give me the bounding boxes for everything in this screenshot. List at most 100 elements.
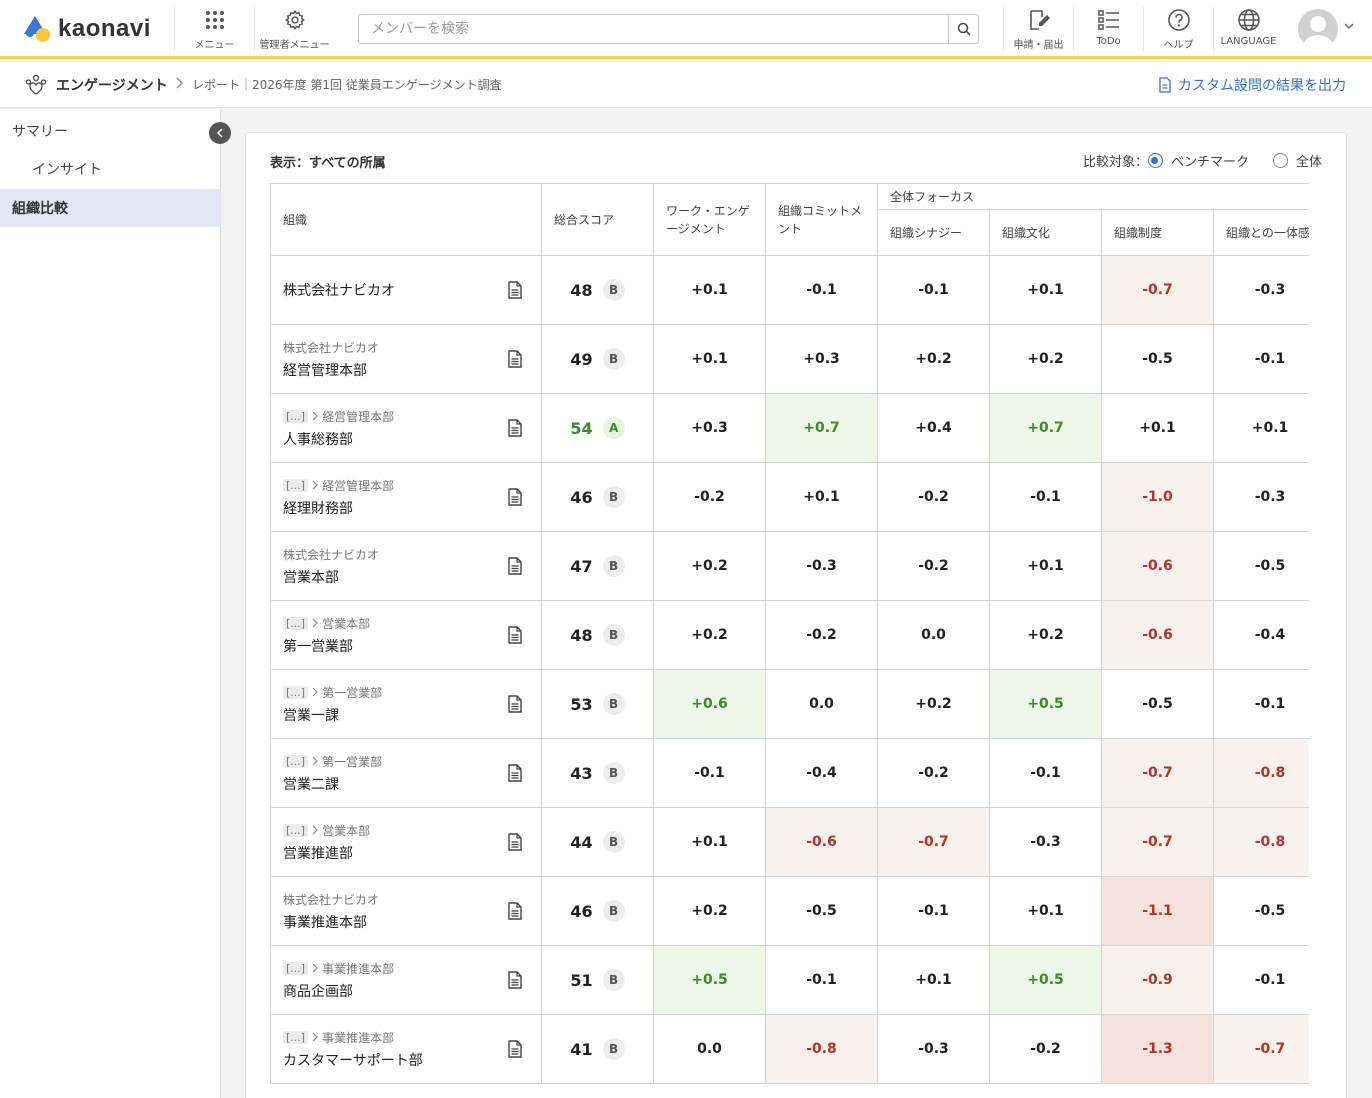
breadcrumb-engagement[interactable]: エンゲージメント [56, 75, 168, 95]
path-ellipsis[interactable]: [...] [283, 685, 309, 699]
document-icon[interactable] [507, 557, 523, 579]
org-name[interactable]: 商品企画部 [283, 981, 541, 1001]
org-name[interactable]: 営業一課 [283, 705, 541, 725]
header-org-system[interactable]: 組織制度 [1101, 209, 1214, 256]
document-icon[interactable] [507, 833, 523, 855]
score-diff-cell: -0.6 [1101, 531, 1214, 601]
score-diff-cell: +0.2 [877, 324, 990, 394]
header-org-culture[interactable]: 組織文化 [989, 209, 1102, 256]
path-ellipsis[interactable]: [...] [283, 823, 309, 837]
chevron-down-icon[interactable] [1343, 22, 1355, 30]
help-button[interactable]: ヘルプ [1143, 7, 1213, 51]
org-cell: 株式会社ナビカオ 経営管理本部 [270, 324, 542, 394]
table-row[interactable]: [...] 第一営業部 営業一課 53 B +0.6 0.0 +0.2 +0.5 -0.5 -0.1 [270, 669, 1309, 739]
table-row[interactable]: 株式会社ナビカオ 事業推進本部 46 B +0.2 -0.5 -0.1 +0.1 -1.1 -0.… [270, 876, 1309, 946]
header-org-synergy[interactable]: 組織シナジー [877, 209, 990, 256]
sidebar-collapse-button[interactable] [209, 122, 231, 144]
document-icon[interactable] [507, 902, 523, 924]
org-name[interactable]: 人事総務部 [283, 429, 541, 449]
document-icon[interactable] [507, 488, 523, 510]
search-button[interactable] [948, 15, 978, 43]
org-name[interactable]: 経営管理本部 [283, 360, 541, 380]
menu-button[interactable]: メニュー [174, 7, 254, 51]
radio-overall[interactable] [1272, 153, 1288, 168]
header-org-commitment[interactable]: 組織コミットメント [765, 183, 878, 256]
org-name[interactable]: 事業推進本部 [283, 912, 541, 932]
org-name[interactable]: 株式会社ナビカオ [283, 280, 541, 300]
score-diff-cell: -0.1 [1212, 669, 1309, 739]
document-icon[interactable] [507, 695, 523, 717]
request-button[interactable]: 申請・届出 [1003, 7, 1073, 51]
avatar[interactable] [1298, 9, 1338, 49]
table-row[interactable]: 株式会社ナビカオ 経営管理本部 49 B +0.1 +0.3 +0.2 +0.2 -0.5 -0.… [270, 324, 1309, 394]
total-score-value: 46 [570, 487, 593, 507]
table-row[interactable]: [...] 営業本部 第一営業部 48 B +0.2 -0.2 0.0 +0.2 -0.6 -0.4 [270, 600, 1309, 670]
path-ellipsis[interactable]: [...] [283, 478, 309, 492]
score-diff-cell: -0.1 [989, 738, 1102, 808]
document-icon[interactable] [507, 1040, 523, 1062]
grade-badge: B [602, 624, 625, 646]
org-name[interactable]: カスタマーサポート部 [283, 1050, 541, 1070]
chevron-right-icon [312, 963, 318, 973]
org-name[interactable]: 営業二課 [283, 774, 541, 794]
header-org-unity[interactable]: 組織との一体感 [1212, 209, 1309, 256]
org-parent-path: [...] 経営管理本部 [283, 408, 541, 425]
org-name[interactable]: 経理財務部 [283, 498, 541, 518]
sidebar-item-org-comparison[interactable]: 組織比較 [0, 189, 220, 227]
table-row[interactable]: 株式会社ナビカオ 営業本部 47 B +0.2 -0.3 -0.2 +0.1 -0.6 -0.5 [270, 531, 1309, 601]
score-diff-cell: +0.2 [653, 531, 766, 601]
org-name[interactable]: 営業本部 [283, 567, 541, 587]
document-icon[interactable] [507, 764, 523, 786]
total-score-value: 41 [570, 1039, 593, 1059]
comparison-table-container[interactable]: 組織 総合スコア ワーク・エンゲージメント 組織コミットメント 全体フォーカス … [270, 183, 1309, 1098]
total-score-cell: 48 B [541, 600, 654, 670]
document-icon[interactable] [507, 419, 523, 441]
todo-button[interactable]: ToDo [1073, 7, 1143, 51]
header-total-score[interactable]: 総合スコア [541, 183, 654, 256]
export-custom-results-link[interactable]: カスタム設問の結果を出力 [1158, 75, 1346, 95]
total-score-cell: 53 B [541, 669, 654, 739]
globe-icon [1237, 7, 1261, 33]
sidebar-item-summary[interactable]: サマリー [0, 112, 220, 150]
radio-benchmark-label[interactable]: ベンチマーク [1171, 151, 1249, 170]
radio-benchmark[interactable] [1147, 153, 1163, 168]
path-ellipsis[interactable]: [...] [283, 961, 309, 975]
radio-overall-label[interactable]: 全体 [1296, 151, 1322, 170]
score-diff-cell: -0.2 [877, 462, 990, 532]
kaonavi-logo[interactable]: kaonavi [22, 14, 151, 44]
org-cell: [...] 第一営業部 営業一課 [270, 669, 542, 739]
document-icon[interactable] [507, 971, 523, 993]
chevron-right-icon [176, 77, 183, 89]
table-row[interactable]: [...] 営業本部 営業推進部 44 B +0.1 -0.6 -0.7 -0.3 -0.7 -0.… [270, 807, 1309, 877]
path-ellipsis[interactable]: [...] [283, 616, 309, 630]
org-name[interactable]: 営業推進部 [283, 843, 541, 863]
document-icon[interactable] [507, 626, 523, 648]
table-row[interactable]: [...] 第一営業部 営業二課 43 B -0.1 -0.4 -0.2 -0.1 -0.7 -0.… [270, 738, 1309, 808]
table-row[interactable]: [...] 事業推進本部 カスタマーサポート部 41 B 0.0 -0.8 -0.3 -0.2-… [270, 1014, 1309, 1084]
grade-badge: B [602, 486, 625, 508]
admin-menu-button[interactable]: 管理者メニュー [254, 7, 334, 51]
score-diff-cell: +0.1 [765, 462, 878, 532]
comparison-table-body: 株式会社ナビカオ 48 B +0.1 -0.1 -0.1 +0.1 -0.7 -0.3 株式会社ナ… [270, 255, 1309, 1084]
score-diff-cell: -0.6 [1101, 600, 1214, 670]
header-overall-focus: 全体フォーカス [876, 183, 1309, 210]
sidebar-item-insight[interactable]: インサイト [0, 150, 220, 188]
path-ellipsis[interactable]: [...] [283, 754, 309, 768]
table-row[interactable]: [...] 経営管理本部 人事総務部 54 A +0.3 +0.7 +0.4 +0.7 +0.1 +… [270, 393, 1309, 463]
table-row[interactable]: [...] 事業推進本部 商品企画部 51 B +0.5 -0.1 +0.1 +0.5 -0.9-… [270, 945, 1309, 1015]
header-work-engagement[interactable]: ワーク・エンゲージメント [653, 183, 766, 256]
total-score-value: 48 [570, 625, 593, 645]
org-parent-name: 株式会社ナビカオ [283, 547, 380, 562]
score-diff-cell: -0.5 [1212, 876, 1309, 946]
document-icon[interactable] [507, 350, 523, 372]
org-parent-path: [...] 事業推進本部 [283, 960, 541, 977]
language-button[interactable]: LANGUAGE [1213, 7, 1283, 51]
search-input[interactable] [359, 15, 947, 43]
table-row[interactable]: 株式会社ナビカオ 48 B +0.1 -0.1 -0.1 +0.1 -0.7 -0.3 [270, 255, 1309, 325]
org-name[interactable]: 第一営業部 [283, 636, 541, 656]
path-ellipsis[interactable]: [...] [283, 1030, 309, 1044]
path-ellipsis[interactable]: [...] [283, 409, 309, 423]
table-row[interactable]: [...] 経営管理本部 経理財務部 46 B -0.2 +0.1 -0.2 -0.1 -1.0-… [270, 462, 1309, 532]
document-icon[interactable] [507, 281, 523, 303]
org-parent-name: 事業推進本部 [322, 961, 395, 976]
